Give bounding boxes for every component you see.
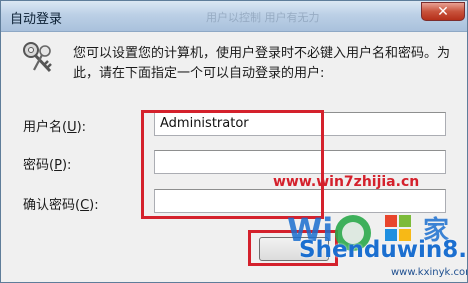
keys-icon — [23, 42, 52, 73]
watermark-url: www.win7zhijia.cn — [273, 174, 420, 190]
instruction-text: 您可以设置您的计算机，使用户登录时不必键入用户名和密码。为此，请在下面指定一个可… — [73, 46, 451, 81]
watermark-site-secondary: www.kxinyk.com — [391, 267, 468, 278]
title-bar: 自动登录 用户以控制 用户有无力 ✕ — [1, 1, 467, 32]
window-title: 自动登录 — [10, 12, 63, 27]
close-icon: ✕ — [437, 3, 449, 20]
watermark-site: Shenduwin8.com — [299, 237, 467, 263]
close-button[interactable]: ✕ — [421, 2, 465, 21]
auto-login-dialog: 自动登录 用户以控制 用户有无力 ✕ 您可以设置您的计算机，使用户登录时不必键入… — [0, 0, 468, 283]
username-label: 用户名(U): — [23, 120, 87, 135]
confirm-password-label: 确认密码(C): — [23, 198, 99, 213]
password-label: 密码(P): — [23, 158, 72, 173]
title-bar-ghost-text: 用户以控制 用户有无力 — [206, 11, 320, 24]
